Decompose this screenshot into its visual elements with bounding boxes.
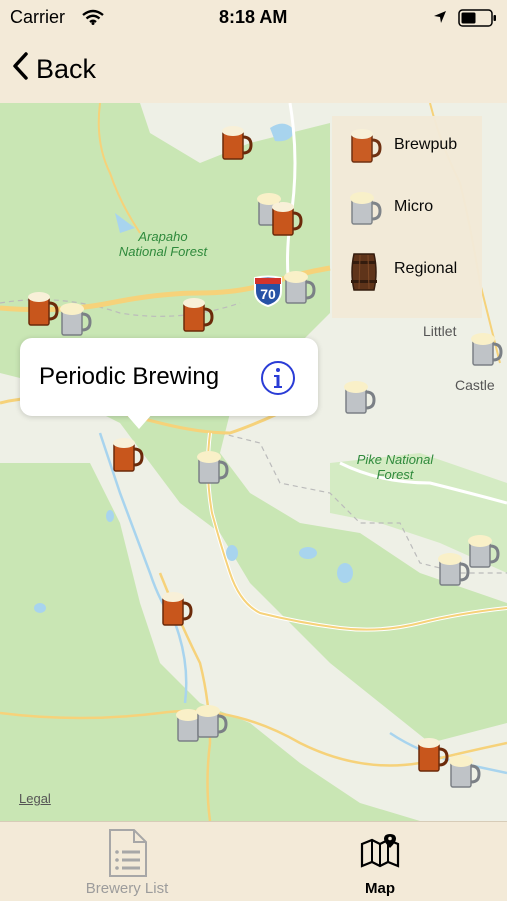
legend-row-micro: Micro — [332, 184, 482, 234]
legend-label: Micro — [394, 198, 434, 215]
city-label-castle: Castle — [455, 377, 495, 393]
pike-forest-label: Pike National Forest — [356, 452, 434, 482]
carrier-label: Carrier — [10, 7, 66, 27]
tab-label: Brewery List — [85, 880, 169, 897]
battery-icon — [458, 9, 498, 32]
callout-pointer — [125, 413, 153, 429]
brewpub-mug-icon[interactable] — [108, 435, 148, 479]
location-arrow-icon — [433, 10, 447, 29]
legend-label: Regional — [394, 260, 458, 277]
tab-brewery-list[interactable]: Brewery List — [72, 822, 182, 901]
micro-mug-icon[interactable] — [464, 531, 504, 575]
brewery-callout[interactable]: Periodic Brewing — [20, 338, 318, 429]
tab-bar: Brewery List Map — [0, 821, 507, 901]
back-button[interactable]: Back — [12, 50, 96, 88]
brewpub-mug-icon[interactable] — [157, 589, 197, 633]
city-label-littleton: Littlet — [423, 323, 457, 339]
arapaho-forest-label: Arapaho National Forest — [118, 229, 208, 259]
list-document-icon — [108, 828, 148, 883]
micro-mug-icon[interactable] — [445, 751, 485, 795]
legend-row-brewpub: Brewpub — [332, 122, 482, 172]
regional-barrel-icon — [346, 250, 386, 299]
legend-label: Brewpub — [394, 136, 458, 153]
back-label: Back — [36, 53, 97, 84]
brewpub-mug-icon[interactable] — [178, 295, 218, 339]
map-icon — [360, 832, 400, 875]
callout-title: Periodic Brewing — [39, 363, 220, 390]
brewpub-mug-icon[interactable] — [267, 199, 307, 243]
map-legend: Brewpub Micro Regional — [332, 116, 482, 318]
info-icon — [261, 361, 295, 395]
brewpub-mug-icon[interactable] — [217, 123, 257, 167]
navigation-bar: Back — [0, 36, 507, 103]
tab-map[interactable]: Map — [340, 822, 420, 901]
micro-mug-icon[interactable] — [193, 447, 233, 491]
tab-label: Map — [365, 880, 395, 897]
micro-mug-icon[interactable] — [340, 377, 380, 421]
chevron-left-icon — [12, 51, 28, 87]
micro-mug-icon[interactable] — [192, 701, 232, 745]
micro-mug-icon[interactable] — [56, 299, 96, 343]
status-bar: Carrier 8:18 AM — [0, 0, 507, 36]
micro-mug-icon — [346, 188, 386, 237]
wifi-icon — [82, 9, 104, 30]
time-label: 8:18 AM — [219, 7, 288, 27]
legal-link[interactable]: Legal — [19, 791, 51, 806]
micro-mug-icon[interactable] — [467, 329, 507, 373]
info-button[interactable] — [260, 360, 295, 395]
micro-mug-icon[interactable] — [280, 267, 320, 311]
brewpub-mug-icon — [346, 126, 386, 175]
legend-row-regional: Regional — [332, 246, 482, 296]
